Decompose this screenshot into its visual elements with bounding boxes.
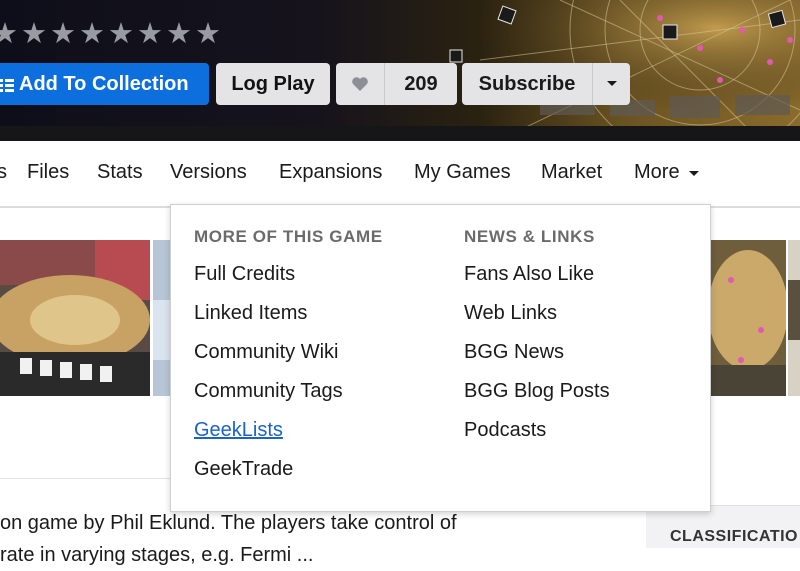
star-icon[interactable]: ★ <box>21 18 47 48</box>
star-icon[interactable]: ★ <box>195 18 221 48</box>
caret-down-icon <box>688 161 700 184</box>
log-play-label: Log Play <box>231 72 315 95</box>
log-play-button[interactable]: Log Play <box>216 63 330 105</box>
nav-item-partial[interactable]: s <box>0 161 7 184</box>
nav-item-more[interactable]: More <box>634 161 700 184</box>
gallery-photo[interactable] <box>711 240 786 396</box>
nav-item-market[interactable]: Market <box>541 161 602 184</box>
news-and-links-column: NEWS & LINKS Fans Also Like Web Links BG… <box>464 227 610 458</box>
list-icon <box>0 76 14 92</box>
nav-item-versions[interactable]: Versions <box>170 161 247 184</box>
nav-more-label: More <box>634 161 680 183</box>
menu-item-podcasts[interactable]: Podcasts <box>464 419 610 458</box>
caret-down-icon <box>606 81 617 86</box>
like-count: 209 <box>404 72 438 95</box>
menu-item-web-links[interactable]: Web Links <box>464 302 610 341</box>
menu-item-geektrade[interactable]: GeekTrade <box>194 458 383 497</box>
nav-item-my-games[interactable]: My Games <box>414 161 511 184</box>
menu-item-geeklists[interactable]: GeekLists <box>194 419 383 458</box>
menu-item-bgg-news[interactable]: BGG News <box>464 341 610 380</box>
rating-stars[interactable]: ★ ★ ★ ★ ★ ★ ★ ★ <box>0 18 221 48</box>
game-description: on game by Phil Eklund. The players take… <box>0 507 645 571</box>
game-action-buttons: Add To Collection Log Play 209 Subscribe <box>0 63 630 105</box>
hero-bottom-strip <box>0 126 800 141</box>
like-group: 209 <box>336 63 457 105</box>
star-icon[interactable]: ★ <box>79 18 105 48</box>
nav-item-expansions[interactable]: Expansions <box>279 161 382 184</box>
description-line: rate in varying stages, e.g. Fermi ... <box>0 544 314 566</box>
gallery-photo[interactable] <box>788 240 800 396</box>
subscribe-button[interactable]: Subscribe <box>462 63 593 105</box>
section-divider <box>0 478 170 479</box>
menu-item-linked-items[interactable]: Linked Items <box>194 302 383 341</box>
subscribe-group: Subscribe <box>462 63 630 105</box>
nav-item-stats[interactable]: Stats <box>97 161 143 184</box>
nav-item-files[interactable]: Files <box>27 161 69 184</box>
star-icon[interactable]: ★ <box>137 18 163 48</box>
add-to-collection-button[interactable]: Add To Collection <box>0 63 209 105</box>
game-subnav: s Files Stats Versions Expansions My Gam… <box>0 141 800 208</box>
more-dropdown-menu: MORE OF THIS GAME Full Credits Linked It… <box>170 204 711 512</box>
star-icon[interactable]: ★ <box>50 18 76 48</box>
menu-item-bgg-blog-posts[interactable]: BGG Blog Posts <box>464 380 610 419</box>
more-of-this-game-column: MORE OF THIS GAME Full Credits Linked It… <box>194 227 383 497</box>
menu-item-community-tags[interactable]: Community Tags <box>194 380 383 419</box>
heart-icon <box>352 77 368 91</box>
menu-item-full-credits[interactable]: Full Credits <box>194 263 383 302</box>
subscribe-options-button[interactable] <box>593 63 630 105</box>
classification-heading: CLASSIFICATIO <box>670 528 798 545</box>
menu-item-community-wiki[interactable]: Community Wiki <box>194 341 383 380</box>
add-to-collection-label: Add To Collection <box>19 72 189 95</box>
star-icon[interactable]: ★ <box>166 18 192 48</box>
star-icon[interactable]: ★ <box>0 18 18 48</box>
gallery-photo[interactable] <box>153 240 171 396</box>
menu-item-fans-also-like[interactable]: Fans Also Like <box>464 263 610 302</box>
like-button[interactable] <box>336 63 385 105</box>
game-hero-banner: ★ ★ ★ ★ ★ ★ ★ ★ Add To Collection Log Pl… <box>0 0 800 141</box>
dropdown-section-heading: NEWS & LINKS <box>464 227 595 246</box>
gallery-photo[interactable] <box>0 240 150 396</box>
dropdown-section-heading: MORE OF THIS GAME <box>194 227 383 246</box>
star-icon[interactable]: ★ <box>108 18 134 48</box>
